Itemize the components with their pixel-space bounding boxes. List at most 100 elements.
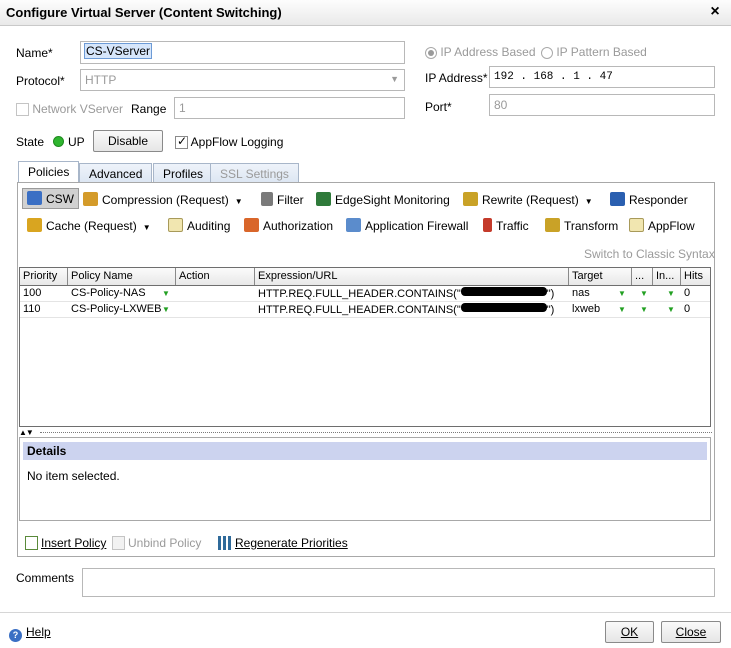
table-row[interactable]: 100 CS-Policy-NAS ▼ HTTP.REQ.FULL_HEADER… <box>20 286 710 302</box>
column-header-invoke[interactable]: In... <box>653 268 681 285</box>
protocol-select[interactable]: HTTP ▼ <box>80 69 405 91</box>
rewrite-request-button[interactable]: Rewrite (Request) ▼ <box>463 192 593 207</box>
network-vserver-checkbox-group[interactable]: Network VServer <box>16 102 124 117</box>
dropdown-indicator-icon[interactable]: ▼ <box>640 289 648 298</box>
footer-divider <box>0 612 731 613</box>
responder-icon <box>610 192 625 206</box>
ip-address-based-radio[interactable] <box>425 46 437 59</box>
chevron-down-icon: ▼ <box>234 197 243 206</box>
tab-advanced[interactable]: Advanced <box>79 163 153 184</box>
insert-policy-icon <box>25 536 38 550</box>
network-vserver-checkbox[interactable] <box>16 103 29 117</box>
unbind-policy-icon <box>112 536 125 550</box>
responder-button[interactable]: Responder <box>610 192 688 207</box>
column-header-policy-name[interactable]: Policy Name <box>68 268 176 285</box>
monitoring-icon <box>316 192 331 206</box>
column-header-target[interactable]: Target <box>569 268 632 285</box>
help-link[interactable]: ? Help <box>9 625 51 642</box>
unbind-policy-link[interactable]: Unbind Policy <box>112 536 201 550</box>
regenerate-priorities-label: Regenerate Priorities <box>235 536 348 550</box>
cell-policy-name: CS-Policy-LXWEB <box>71 303 162 315</box>
protocol-label: Protocol* <box>16 74 65 88</box>
dropdown-indicator-icon[interactable]: ▼ <box>162 289 170 298</box>
appflow-logging-option[interactable]: AppFlow Logging <box>175 134 283 150</box>
redacted-block <box>460 287 547 296</box>
firewall-label: Application Firewall <box>365 219 469 233</box>
authorization-button[interactable]: Authorization <box>244 218 333 233</box>
cell-policy-name: CS-Policy-NAS <box>71 287 146 299</box>
csw-icon <box>27 191 42 205</box>
insert-policy-link[interactable]: Insert Policy <box>25 536 106 550</box>
regenerate-priorities-link[interactable]: Regenerate Priorities <box>218 536 348 550</box>
ip-pattern-based-option[interactable]: IP Pattern Based <box>541 45 647 59</box>
range-label: Range <box>131 102 167 116</box>
traffic-button[interactable]: Traffic <box>483 218 529 233</box>
policy-table: Priority Policy Name Action Expression/U… <box>19 267 711 427</box>
ip-pattern-based-label: IP Pattern Based <box>556 45 647 59</box>
dropdown-indicator-icon[interactable]: ▼ <box>618 289 626 298</box>
expression-prefix: HTTP.REQ.FULL_HEADER.CONTAINS(" <box>258 288 461 300</box>
application-firewall-button[interactable]: Application Firewall <box>346 218 468 233</box>
transform-button[interactable]: Transform <box>545 218 618 233</box>
network-vserver-label: Network VServer <box>32 102 124 116</box>
splitter-arrows-icon[interactable]: ▲▼ <box>19 428 34 437</box>
comments-label: Comments <box>16 571 75 585</box>
port-label: Port* <box>425 100 452 114</box>
edgesight-monitoring-button[interactable]: EdgeSight Monitoring <box>316 192 450 207</box>
name-label: Name* <box>16 46 53 60</box>
protocol-value: HTTP <box>85 73 117 87</box>
splitter-line[interactable] <box>40 432 712 433</box>
traffic-label: Traffic <box>496 219 529 233</box>
appflow-logging-checkbox[interactable] <box>175 134 188 150</box>
ip-address-input[interactable]: 192 . 168 . 1 . 47 <box>489 66 715 88</box>
window-title: Configure Virtual Server (Content Switch… <box>6 5 282 20</box>
range-input[interactable]: 1 <box>174 97 405 119</box>
expression-prefix: HTTP.REQ.FULL_HEADER.CONTAINS(" <box>258 304 461 316</box>
ok-button[interactable]: OK <box>605 621 654 643</box>
column-header-hits[interactable]: Hits <box>681 268 711 285</box>
rewrite-icon <box>463 192 478 206</box>
port-input[interactable]: 80 <box>489 94 715 116</box>
close-window-button[interactable]: × <box>707 3 723 21</box>
dropdown-indicator-icon[interactable]: ▼ <box>640 305 648 314</box>
dropdown-indicator-icon[interactable]: ▼ <box>618 305 626 314</box>
disable-button[interactable]: Disable <box>93 130 163 152</box>
tab-profiles[interactable]: Profiles <box>153 163 214 184</box>
column-header-action[interactable]: Action <box>176 268 255 285</box>
regenerate-priorities-icon <box>218 536 231 550</box>
insert-policy-label: Insert Policy <box>41 536 107 550</box>
dropdown-indicator-icon[interactable]: ▼ <box>667 305 675 314</box>
help-label: Help <box>26 625 51 639</box>
state-up-icon <box>53 136 64 147</box>
redacted-block <box>460 303 547 312</box>
ip-pattern-based-radio[interactable] <box>541 46 553 59</box>
cell-priority: 100 <box>23 287 42 299</box>
table-row[interactable]: 110 CS-Policy-LXWEB ▼ HTTP.REQ.FULL_HEAD… <box>20 302 710 318</box>
expression-suffix: ") <box>546 304 555 316</box>
ip-address-label: IP Address* <box>425 71 488 85</box>
dropdown-indicator-icon[interactable]: ▼ <box>162 305 170 314</box>
name-input[interactable]: CS-VServer <box>80 41 405 64</box>
comments-input[interactable] <box>82 568 715 597</box>
unbind-policy-label: Unbind Policy <box>128 536 202 550</box>
auditing-label: Auditing <box>187 219 231 233</box>
dropdown-indicator-icon[interactable]: ▼ <box>667 289 675 298</box>
column-header-expression[interactable]: Expression/URL <box>255 268 569 285</box>
cache-request-button[interactable]: Cache (Request) ▼ <box>27 218 151 233</box>
cell-expression: HTTP.REQ.FULL_HEADER.CONTAINS(" ") <box>255 302 557 317</box>
tab-policies[interactable]: Policies <box>18 161 80 184</box>
table-header: Priority Policy Name Action Expression/U… <box>20 268 710 286</box>
csw-button[interactable]: CSW <box>22 188 79 209</box>
auditing-button[interactable]: Auditing <box>168 218 230 233</box>
filter-button[interactable]: Filter <box>261 192 304 207</box>
tab-ssl-settings[interactable]: SSL Settings <box>210 163 299 184</box>
appflow-label: AppFlow <box>648 219 695 233</box>
column-header-goto[interactable]: ... <box>632 268 653 285</box>
column-header-priority[interactable]: Priority <box>20 268 68 285</box>
close-button[interactable]: Close <box>661 621 721 643</box>
authorization-label: Authorization <box>263 219 334 233</box>
switch-classic-syntax-link[interactable]: Switch to Classic Syntax <box>584 247 715 261</box>
appflow-button[interactable]: AppFlow <box>629 218 695 233</box>
ip-address-based-option[interactable]: IP Address Based <box>425 45 536 59</box>
compression-request-button[interactable]: Compression (Request) ▼ <box>83 192 243 207</box>
